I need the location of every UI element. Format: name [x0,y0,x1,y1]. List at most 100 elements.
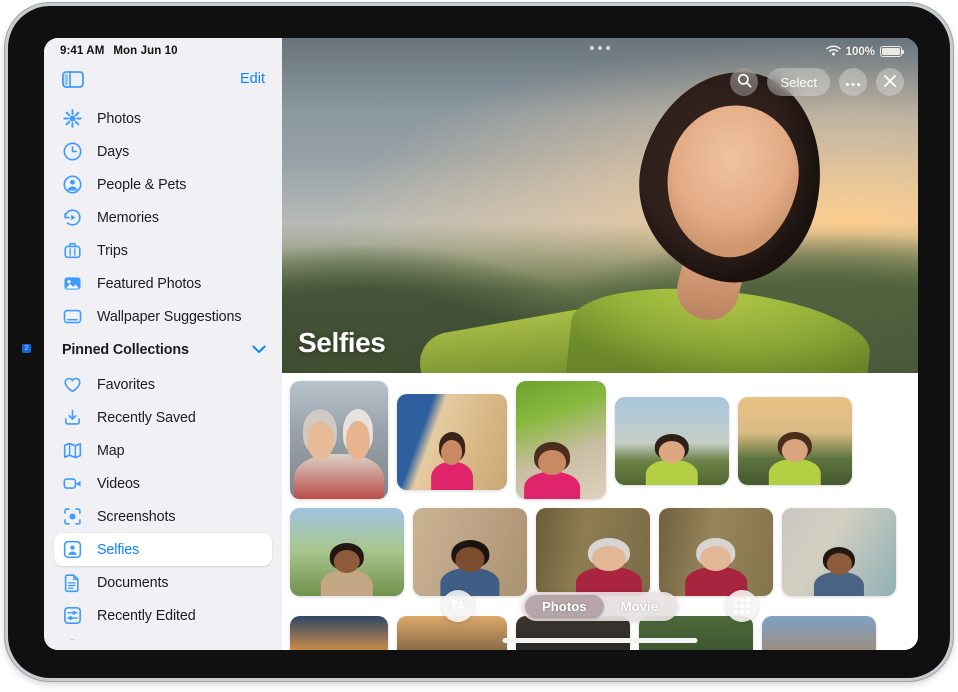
photos-movie-segmented-control: Photos Movie [522,592,678,621]
photo-tile[interactable] [516,381,606,499]
sidebar-item-label: Days [97,144,129,160]
battery-percent-label: 100% [846,46,875,58]
suitcase-icon [62,240,83,261]
sidebar-item-label: People & Pets [97,177,186,193]
sidebar-item-label: Trips [97,243,128,259]
search-button[interactable] [730,68,758,96]
battery-full-icon [880,46,902,57]
photo-tile[interactable] [290,381,388,499]
ellipsis-icon [845,75,861,90]
edge-annotation-marker: 2 [22,344,31,353]
memories-play-icon [62,207,83,228]
sidebar-item-photos[interactable]: Photos [54,102,272,135]
heart-icon [62,374,83,395]
sidebar-item-label: Videos [97,476,140,492]
sidebar-item-label: Selfies [97,542,139,558]
sidebar-item-map[interactable]: Map [54,434,272,467]
photo-tile[interactable] [615,397,729,485]
status-bar-time: 9:41 AM [60,45,104,57]
ipad-screen: 9:41 AM Mon Jun 10 Edit [44,38,918,650]
page-title: Selfies [298,327,385,359]
pinned-collections-header[interactable]: Pinned Collections [44,333,282,364]
sidebar-item-trips[interactable]: Trips [54,234,272,267]
detail-pane: 100% Select [282,38,918,650]
photo-grid-row-partial [282,616,918,650]
wifi-icon [826,45,841,59]
selfie-person-icon [62,539,83,560]
sidebar-item-memories[interactable]: Memories [54,201,272,234]
photo-tile[interactable] [738,397,852,485]
sidebar-item-screenshots[interactable]: Screenshots [54,500,272,533]
sidebar: 9:41 AM Mon Jun 10 Edit [44,38,282,650]
sidebar-item-recently-saved[interactable]: Recently Saved [54,401,272,434]
sliders-edit-icon [62,605,83,626]
photo-tile[interactable] [397,394,507,490]
photo-grid-row [290,381,910,499]
photo-tile[interactable] [536,508,650,596]
sidebar-item-wallpaper-suggestions[interactable]: Wallpaper Suggestions [54,300,272,333]
save-download-icon [62,407,83,428]
sidebar-item-label: Photos [97,111,141,127]
status-bar-left: 9:41 AM Mon Jun 10 [44,38,282,60]
sidebar-item-favorites[interactable]: Favorites [54,368,272,401]
more-options-button[interactable] [839,68,867,96]
photo-tile[interactable] [516,616,630,650]
photo-tile[interactable] [290,508,404,596]
hero-image[interactable]: 100% Select [282,38,918,373]
photo-tile[interactable] [762,616,876,650]
ipad-device-frame: 2 9:41 AM Mon Jun 10 Edit [8,6,950,678]
sort-button[interactable] [442,590,474,622]
sidebar-item-selfies[interactable]: Selfies [54,533,272,566]
drag-handle-dots-icon[interactable] [590,46,610,50]
home-indicator [503,638,698,643]
document-icon [62,572,83,593]
photo-tile[interactable] [659,508,773,596]
screenshot-icon [62,506,83,527]
chevron-down-icon[interactable] [252,341,266,359]
grid-dots-icon [734,598,750,614]
sidebar-pinned-list: Favorites Recently Saved Map [44,364,282,650]
photo-grid: Photos Movie [282,373,918,650]
featured-photo-icon [62,273,83,294]
search-icon [737,73,752,91]
photos-flower-icon [62,108,83,129]
person-circle-icon [62,174,83,195]
select-button[interactable]: Select [767,68,830,96]
sidebar-toggle-icon[interactable] [62,71,84,88]
close-icon [883,74,897,91]
sidebar-item-label: Recently Saved [97,410,196,426]
close-button[interactable] [876,68,904,96]
video-camera-icon [62,473,83,494]
sidebar-item-label: Documents [97,575,168,591]
photo-tile[interactable] [782,508,896,596]
sidebar-item-label: Favorites [97,377,155,393]
wallpaper-icon [62,306,83,327]
sidebar-item-label: Map [97,443,125,459]
sidebar-item-label: Wallpaper Suggestions [97,309,241,325]
sidebar-item-days[interactable]: Days [54,135,272,168]
sidebar-item-featured-photos[interactable]: Featured Photos [54,267,272,300]
sidebar-item-label: Featured Photos [97,276,201,292]
photo-tile[interactable] [413,508,527,596]
sidebar-item-recently-edited[interactable]: Recently Edited [54,599,272,632]
sidebar-item-people-pets[interactable]: People & Pets [54,168,272,201]
segment-movie[interactable]: Movie [604,595,675,618]
map-icon [62,440,83,461]
sidebar-item-label: Screenshots [97,509,175,525]
sidebar-primary-list: Photos Days [44,98,282,333]
sidebar-toolbar: Edit [44,60,282,98]
status-bar-date: Mon Jun 10 [113,45,177,57]
sidebar-item-documents[interactable]: Documents [54,566,272,599]
hero-toolbar: Select [730,68,904,96]
sidebar-item-label: Recently Edited [97,608,196,624]
hero-subject [549,53,909,373]
sidebar-item-videos[interactable]: Videos [54,467,272,500]
photo-tile[interactable] [290,616,388,650]
grid-layout-button[interactable] [726,590,758,622]
sort-arrows-icon [450,597,465,615]
sidebar-bottom-fade [44,640,282,650]
edit-button[interactable]: Edit [237,69,268,89]
sidebar-item-label: Memories [97,210,159,226]
segment-photos[interactable]: Photos [525,595,604,618]
section-title: Pinned Collections [62,342,189,358]
